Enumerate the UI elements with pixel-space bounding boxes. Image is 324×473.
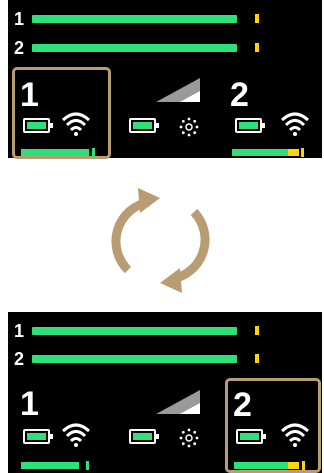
row-2-marker	[255, 354, 259, 363]
row-1-marker	[255, 326, 259, 335]
battery-icon	[235, 118, 265, 133]
battery-icon	[236, 429, 266, 444]
device-1-level-meter	[21, 149, 89, 156]
row-label-2: 2	[14, 349, 25, 369]
battery-icon	[129, 429, 159, 444]
row-2-marker	[255, 43, 259, 52]
signal-strength-icon	[156, 78, 200, 102]
battery-icon	[23, 429, 53, 444]
cycle-arrows-icon	[111, 188, 210, 293]
level-bar-row-2	[32, 355, 237, 363]
brightness-icon	[179, 117, 199, 137]
device-2-meter-marker	[301, 148, 304, 157]
battery-icon	[129, 118, 159, 133]
status-display-panel-bottom: 1 2 1 2	[8, 312, 322, 473]
battery-icon	[23, 118, 53, 133]
wifi-icon	[61, 423, 91, 447]
wifi-icon	[280, 112, 310, 136]
device-2-number: 2	[230, 76, 249, 114]
device-1-number: 1	[20, 76, 39, 114]
device-2-level-meter	[234, 462, 288, 469]
device-1-meter-marker	[92, 148, 95, 157]
level-bar-row-1	[32, 15, 237, 23]
row-1-marker	[255, 14, 259, 23]
status-display-panel-top: 1 2 1 2	[8, 0, 322, 159]
device-2-level-meter	[232, 149, 288, 156]
row-label-1: 1	[14, 9, 25, 29]
row-label-2: 2	[14, 38, 25, 58]
wifi-icon	[280, 423, 310, 447]
device-1-meter-marker	[86, 461, 89, 470]
wifi-icon	[61, 112, 91, 136]
brightness-icon	[179, 428, 199, 448]
row-label-1: 1	[14, 321, 25, 341]
device-2-meter-warning	[288, 462, 299, 469]
device-2-meter-warning	[288, 149, 299, 156]
device-1-level-meter	[21, 462, 79, 469]
signal-strength-icon	[156, 390, 200, 414]
device-1-number: 1	[20, 385, 39, 423]
level-bar-row-2	[32, 44, 237, 52]
device-2-number: 2	[233, 386, 252, 424]
device-2-meter-marker	[302, 461, 305, 470]
level-bar-row-1	[32, 327, 237, 335]
